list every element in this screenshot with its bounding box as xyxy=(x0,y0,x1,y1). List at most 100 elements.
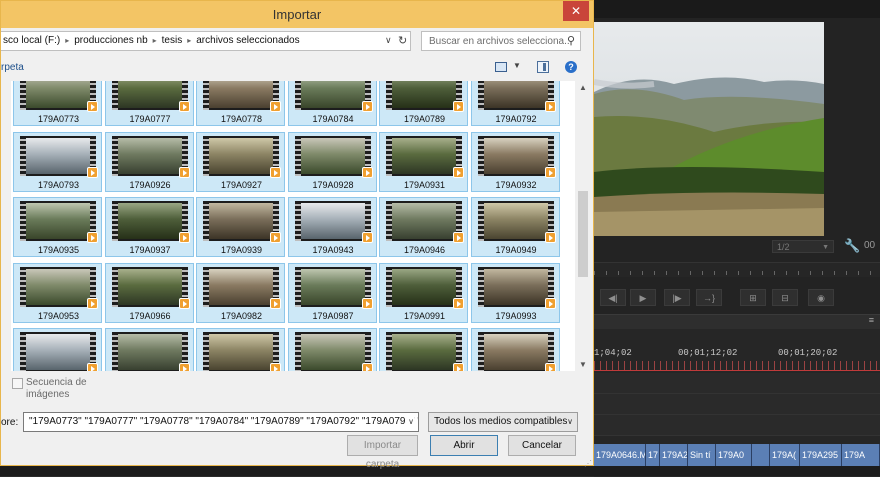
chevron-down-icon[interactable]: ∨ xyxy=(406,413,414,431)
file-item[interactable]: 179A0949 xyxy=(470,197,560,257)
chevron-down-icon[interactable]: ▼ xyxy=(513,61,521,70)
camera-icon[interactable]: ◉ xyxy=(808,289,834,306)
file-item[interactable]: 179A1006 xyxy=(13,328,102,371)
timeline-clip[interactable]: 179A2 xyxy=(660,444,688,466)
file-item[interactable]: 179A1021 xyxy=(287,328,377,371)
chevron-right-icon[interactable]: ▸ xyxy=(153,36,157,45)
play-icon[interactable]: ▶ xyxy=(630,289,656,306)
file-item[interactable]: 179A0773 xyxy=(13,81,102,126)
import-folder-button[interactable]: Importar carpeta xyxy=(347,435,418,470)
dialog-titlebar[interactable]: Importar ✕ xyxy=(1,1,593,28)
file-item[interactable]: 179A0939 xyxy=(196,197,285,257)
file-item[interactable]: 179A0932 xyxy=(470,131,560,192)
file-item[interactable]: 179A0793 xyxy=(13,131,102,192)
image-sequence-checkbox[interactable] xyxy=(12,378,23,389)
timeline-clip[interactable]: 179A( xyxy=(770,444,800,466)
timeline-track[interactable] xyxy=(594,394,880,415)
file-item[interactable]: 179A1026 xyxy=(379,328,468,371)
timecode-readout: 00 xyxy=(864,240,876,251)
step-forward-icon[interactable]: |▶ xyxy=(664,289,690,306)
video-play-icon xyxy=(178,101,190,112)
preview-pane-icon[interactable] xyxy=(537,61,549,73)
resize-grip-icon[interactable]: ⋰ xyxy=(584,459,592,468)
video-play-icon xyxy=(361,363,373,371)
chevron-right-icon[interactable]: ▸ xyxy=(187,36,191,45)
timeline-track[interactable] xyxy=(594,373,880,394)
file-item[interactable]: 179A0777 xyxy=(104,81,194,126)
timeline-ruler[interactable] xyxy=(594,361,880,370)
file-item[interactable]: 179A0927 xyxy=(196,131,285,192)
cancel-button[interactable]: Cancelar xyxy=(508,435,576,456)
video-thumbnail xyxy=(294,81,371,110)
scrollbar-thumb[interactable] xyxy=(578,191,588,277)
file-item[interactable]: 179A0991 xyxy=(379,262,468,323)
monitor-ruler[interactable] xyxy=(594,262,880,277)
chevron-down-icon[interactable]: ∨ xyxy=(385,35,392,46)
new-folder-button[interactable]: rpeta xyxy=(1,62,24,73)
search-input[interactable]: Buscar en archivos selecciona... ⚲ xyxy=(421,31,581,51)
timeline-clip[interactable] xyxy=(752,444,770,466)
help-icon[interactable]: ? xyxy=(565,61,577,73)
filetype-select[interactable]: Todos los medios compatibles ∨ xyxy=(428,412,578,432)
wrench-icon[interactable]: 🔧 xyxy=(844,238,860,254)
filename-input[interactable]: "179A0773" "179A0777" "179A0778" "179A07… xyxy=(23,412,419,432)
timeline-clip[interactable]: 17 xyxy=(646,444,660,466)
file-item[interactable]: 179A0946 xyxy=(379,197,468,257)
breadcrumb-item[interactable]: sco local (F:) xyxy=(3,35,60,46)
file-item[interactable]: 179A1018 xyxy=(196,328,285,371)
zoom-level-select[interactable]: 1/2 ▼ xyxy=(772,240,834,253)
file-item[interactable]: 179A1016 xyxy=(104,328,194,371)
panel-menu-icon[interactable]: ≡ xyxy=(869,315,874,325)
timeline-clip[interactable]: 179A xyxy=(842,444,880,466)
file-item[interactable]: 179A0993 xyxy=(470,262,560,323)
file-item[interactable]: 179A0928 xyxy=(287,131,377,192)
video-editor-background: 1/2 ▼ 🔧 00 ◀| ▶ |▶ →} ⊞ ⊟ ◉ ≡ 1;04;02 00… xyxy=(594,0,880,477)
file-item[interactable]: 179A0792 xyxy=(470,81,560,126)
timeline-clip[interactable]: 179A295 xyxy=(800,444,842,466)
file-item[interactable]: 179A0778 xyxy=(196,81,285,126)
overwrite-icon[interactable]: ⊟ xyxy=(772,289,798,306)
timeline-clip[interactable]: Sin tí xyxy=(688,444,716,466)
breadcrumb-item[interactable]: archivos seleccionados xyxy=(196,35,299,46)
file-name: 179A0926 xyxy=(129,179,171,190)
file-item[interactable]: 179A0943 xyxy=(287,197,377,257)
file-item[interactable]: 179A0937 xyxy=(104,197,194,257)
film-perforation xyxy=(294,81,301,110)
thumbnail-image xyxy=(300,334,365,370)
video-thumbnail xyxy=(203,135,279,176)
open-button[interactable]: Abrir xyxy=(430,435,498,456)
address-bar[interactable]: sco local (F:) ▸ producciones nb ▸ tesis ▸ arc… xyxy=(1,31,411,51)
chevron-down-icon[interactable]: ▼ xyxy=(579,360,587,369)
close-button[interactable]: ✕ xyxy=(563,1,589,21)
video-play-icon xyxy=(270,297,281,309)
file-item[interactable]: 179A0931 xyxy=(379,131,468,192)
step-back-icon[interactable]: ◀| xyxy=(600,289,626,306)
view-options-icon[interactable] xyxy=(495,62,507,72)
breadcrumb-item[interactable]: producciones nb xyxy=(74,35,147,46)
video-thumbnail xyxy=(111,135,188,176)
vertical-scrollbar[interactable]: ▲ ▼ xyxy=(575,81,591,371)
insert-icon[interactable]: ⊞ xyxy=(740,289,766,306)
file-item[interactable]: 179A0966 xyxy=(104,262,194,323)
timeline-track[interactable] xyxy=(594,415,880,436)
file-item[interactable]: 179A1036 xyxy=(470,328,560,371)
file-item[interactable]: 179A0789 xyxy=(379,81,468,126)
chevron-up-icon[interactable]: ▲ xyxy=(579,83,587,92)
file-item[interactable]: 179A0926 xyxy=(104,131,194,192)
bottom-strip xyxy=(0,466,880,476)
go-to-out-icon[interactable]: →} xyxy=(696,289,722,306)
file-item[interactable]: 179A0935 xyxy=(13,197,102,257)
film-perforation xyxy=(477,81,484,110)
video-play-icon xyxy=(544,166,556,178)
timeline-clip[interactable]: 179A0 xyxy=(716,444,752,466)
file-item[interactable]: 179A0953 xyxy=(13,262,102,323)
file-item[interactable]: 179A0982 xyxy=(196,262,285,323)
breadcrumb-item[interactable]: tesis xyxy=(162,35,183,46)
chevron-right-icon[interactable]: ▸ xyxy=(65,36,69,45)
thumbnail-image xyxy=(392,137,456,174)
file-item[interactable]: 179A0784 xyxy=(287,81,377,126)
timeline-clip[interactable]: 179A0646.M xyxy=(594,444,646,466)
thumbnail-image xyxy=(209,334,273,370)
refresh-icon[interactable]: ↻ xyxy=(398,34,407,47)
file-item[interactable]: 179A0987 xyxy=(287,262,377,323)
